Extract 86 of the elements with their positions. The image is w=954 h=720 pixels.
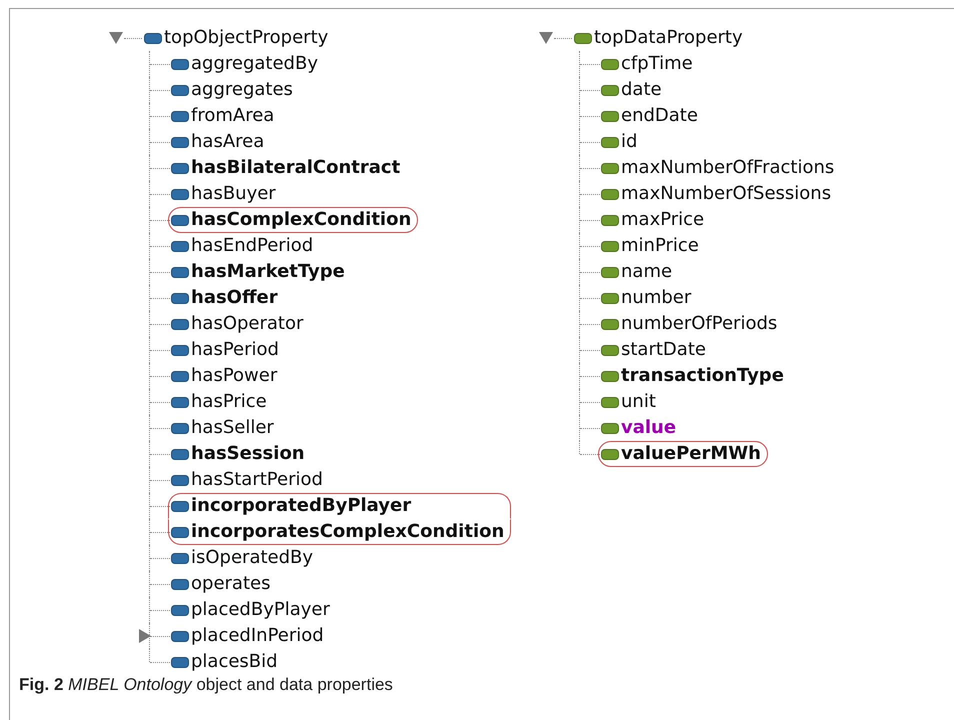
tree-item[interactable]: operates xyxy=(191,571,270,597)
tree-item[interactable]: hasOperator xyxy=(191,311,304,337)
property-icon xyxy=(171,214,189,226)
tree-item[interactable]: placedInPeriod xyxy=(191,623,324,649)
tree-item[interactable]: fromArea xyxy=(191,103,274,129)
tree-item[interactable]: hasPrice xyxy=(191,389,267,415)
property-icon xyxy=(171,474,189,486)
tree-item[interactable]: minPrice xyxy=(621,233,699,259)
tree-item[interactable]: hasMarketType xyxy=(191,259,345,285)
property-icon xyxy=(171,448,189,460)
tree-root-item[interactable]: topObjectProperty xyxy=(164,25,328,51)
property-icon xyxy=(171,110,189,122)
property-icon xyxy=(171,344,189,356)
tree-item[interactable]: hasOffer xyxy=(191,285,278,311)
tree-item[interactable]: value xyxy=(621,415,676,441)
tree-item[interactable]: hasSession xyxy=(191,441,305,467)
tree-item[interactable]: name xyxy=(621,259,672,285)
tree-item[interactable]: startDate xyxy=(621,337,706,363)
tree-item[interactable]: hasBilateralContract xyxy=(191,155,400,181)
tree-item[interactable]: hasArea xyxy=(191,129,264,155)
tree-item[interactable]: hasEndPeriod xyxy=(191,233,314,259)
tree-item[interactable]: transactionType xyxy=(621,363,784,389)
property-icon xyxy=(171,526,189,538)
tree-item[interactable]: hasBuyer xyxy=(191,181,276,207)
property-icon xyxy=(171,500,189,512)
property-icon xyxy=(171,292,189,304)
tree-item[interactable]: placesBid xyxy=(191,649,278,675)
property-icon xyxy=(171,552,189,564)
tree-item[interactable]: valuePerMWh xyxy=(621,441,761,467)
tree-item[interactable]: maxNumberOfSessions xyxy=(621,181,832,207)
tree-item[interactable]: numberOfPeriods xyxy=(621,311,778,337)
property-icon xyxy=(601,292,619,304)
property-icon xyxy=(601,136,619,148)
tree-item[interactable]: incorporatedByPlayer xyxy=(191,493,412,519)
down-triangle-icon[interactable] xyxy=(539,32,553,44)
tree-item[interactable]: number xyxy=(621,285,692,311)
property-icon xyxy=(171,84,189,96)
property-icon xyxy=(171,188,189,200)
tree-item[interactable]: hasStartPeriod xyxy=(191,467,323,493)
tree-item[interactable]: hasPeriod xyxy=(191,337,279,363)
property-icon xyxy=(171,604,189,616)
tree-item[interactable]: maxPrice xyxy=(621,207,704,233)
right-triangle-icon[interactable] xyxy=(139,629,151,643)
property-icon xyxy=(171,656,189,668)
property-icon xyxy=(171,266,189,278)
tree-item[interactable]: aggregates xyxy=(191,77,293,103)
property-icon xyxy=(171,630,189,642)
tree-item[interactable]: endDate xyxy=(621,103,698,129)
tree-root-item[interactable]: topDataProperty xyxy=(594,25,743,51)
property-icon xyxy=(601,422,619,434)
property-icon xyxy=(171,58,189,70)
property-icon xyxy=(601,162,619,174)
property-icon xyxy=(601,266,619,278)
property-icon xyxy=(171,578,189,590)
property-icon xyxy=(601,110,619,122)
property-icon xyxy=(601,396,619,408)
down-triangle-icon[interactable] xyxy=(109,32,123,44)
property-icon xyxy=(601,58,619,70)
property-icon xyxy=(601,214,619,226)
property-icon xyxy=(601,84,619,96)
tree-item[interactable]: aggregatedBy xyxy=(191,51,318,77)
property-icon xyxy=(171,136,189,148)
tree-item[interactable]: hasPower xyxy=(191,363,278,389)
property-icon xyxy=(171,240,189,252)
property-icon xyxy=(171,396,189,408)
property-icon xyxy=(171,162,189,174)
property-icon xyxy=(601,370,619,382)
property-icon xyxy=(171,318,189,330)
tree-item[interactable]: isOperatedBy xyxy=(191,545,314,571)
tree-item[interactable]: incorporatesComplexCondition xyxy=(191,519,504,545)
tree-item[interactable]: hasComplexCondition xyxy=(191,207,412,233)
tree-item[interactable]: unit xyxy=(621,389,656,415)
property-icon xyxy=(601,344,619,356)
property-icon xyxy=(171,422,189,434)
tree-item[interactable]: date xyxy=(621,77,662,103)
figure-caption: Fig. 2 MIBEL Ontology object and data properties xyxy=(18,675,394,695)
property-icon xyxy=(601,448,619,460)
property-icon xyxy=(601,318,619,330)
tree-item[interactable]: cfpTime xyxy=(621,51,693,77)
property-icon xyxy=(171,370,189,382)
property-icon xyxy=(601,188,619,200)
tree-item[interactable]: id xyxy=(621,129,638,155)
tree-item[interactable]: hasSeller xyxy=(191,415,274,441)
tree-item[interactable]: maxNumberOfFractions xyxy=(621,155,834,181)
property-icon xyxy=(601,240,619,252)
tree-item[interactable]: placedByPlayer xyxy=(191,597,330,623)
